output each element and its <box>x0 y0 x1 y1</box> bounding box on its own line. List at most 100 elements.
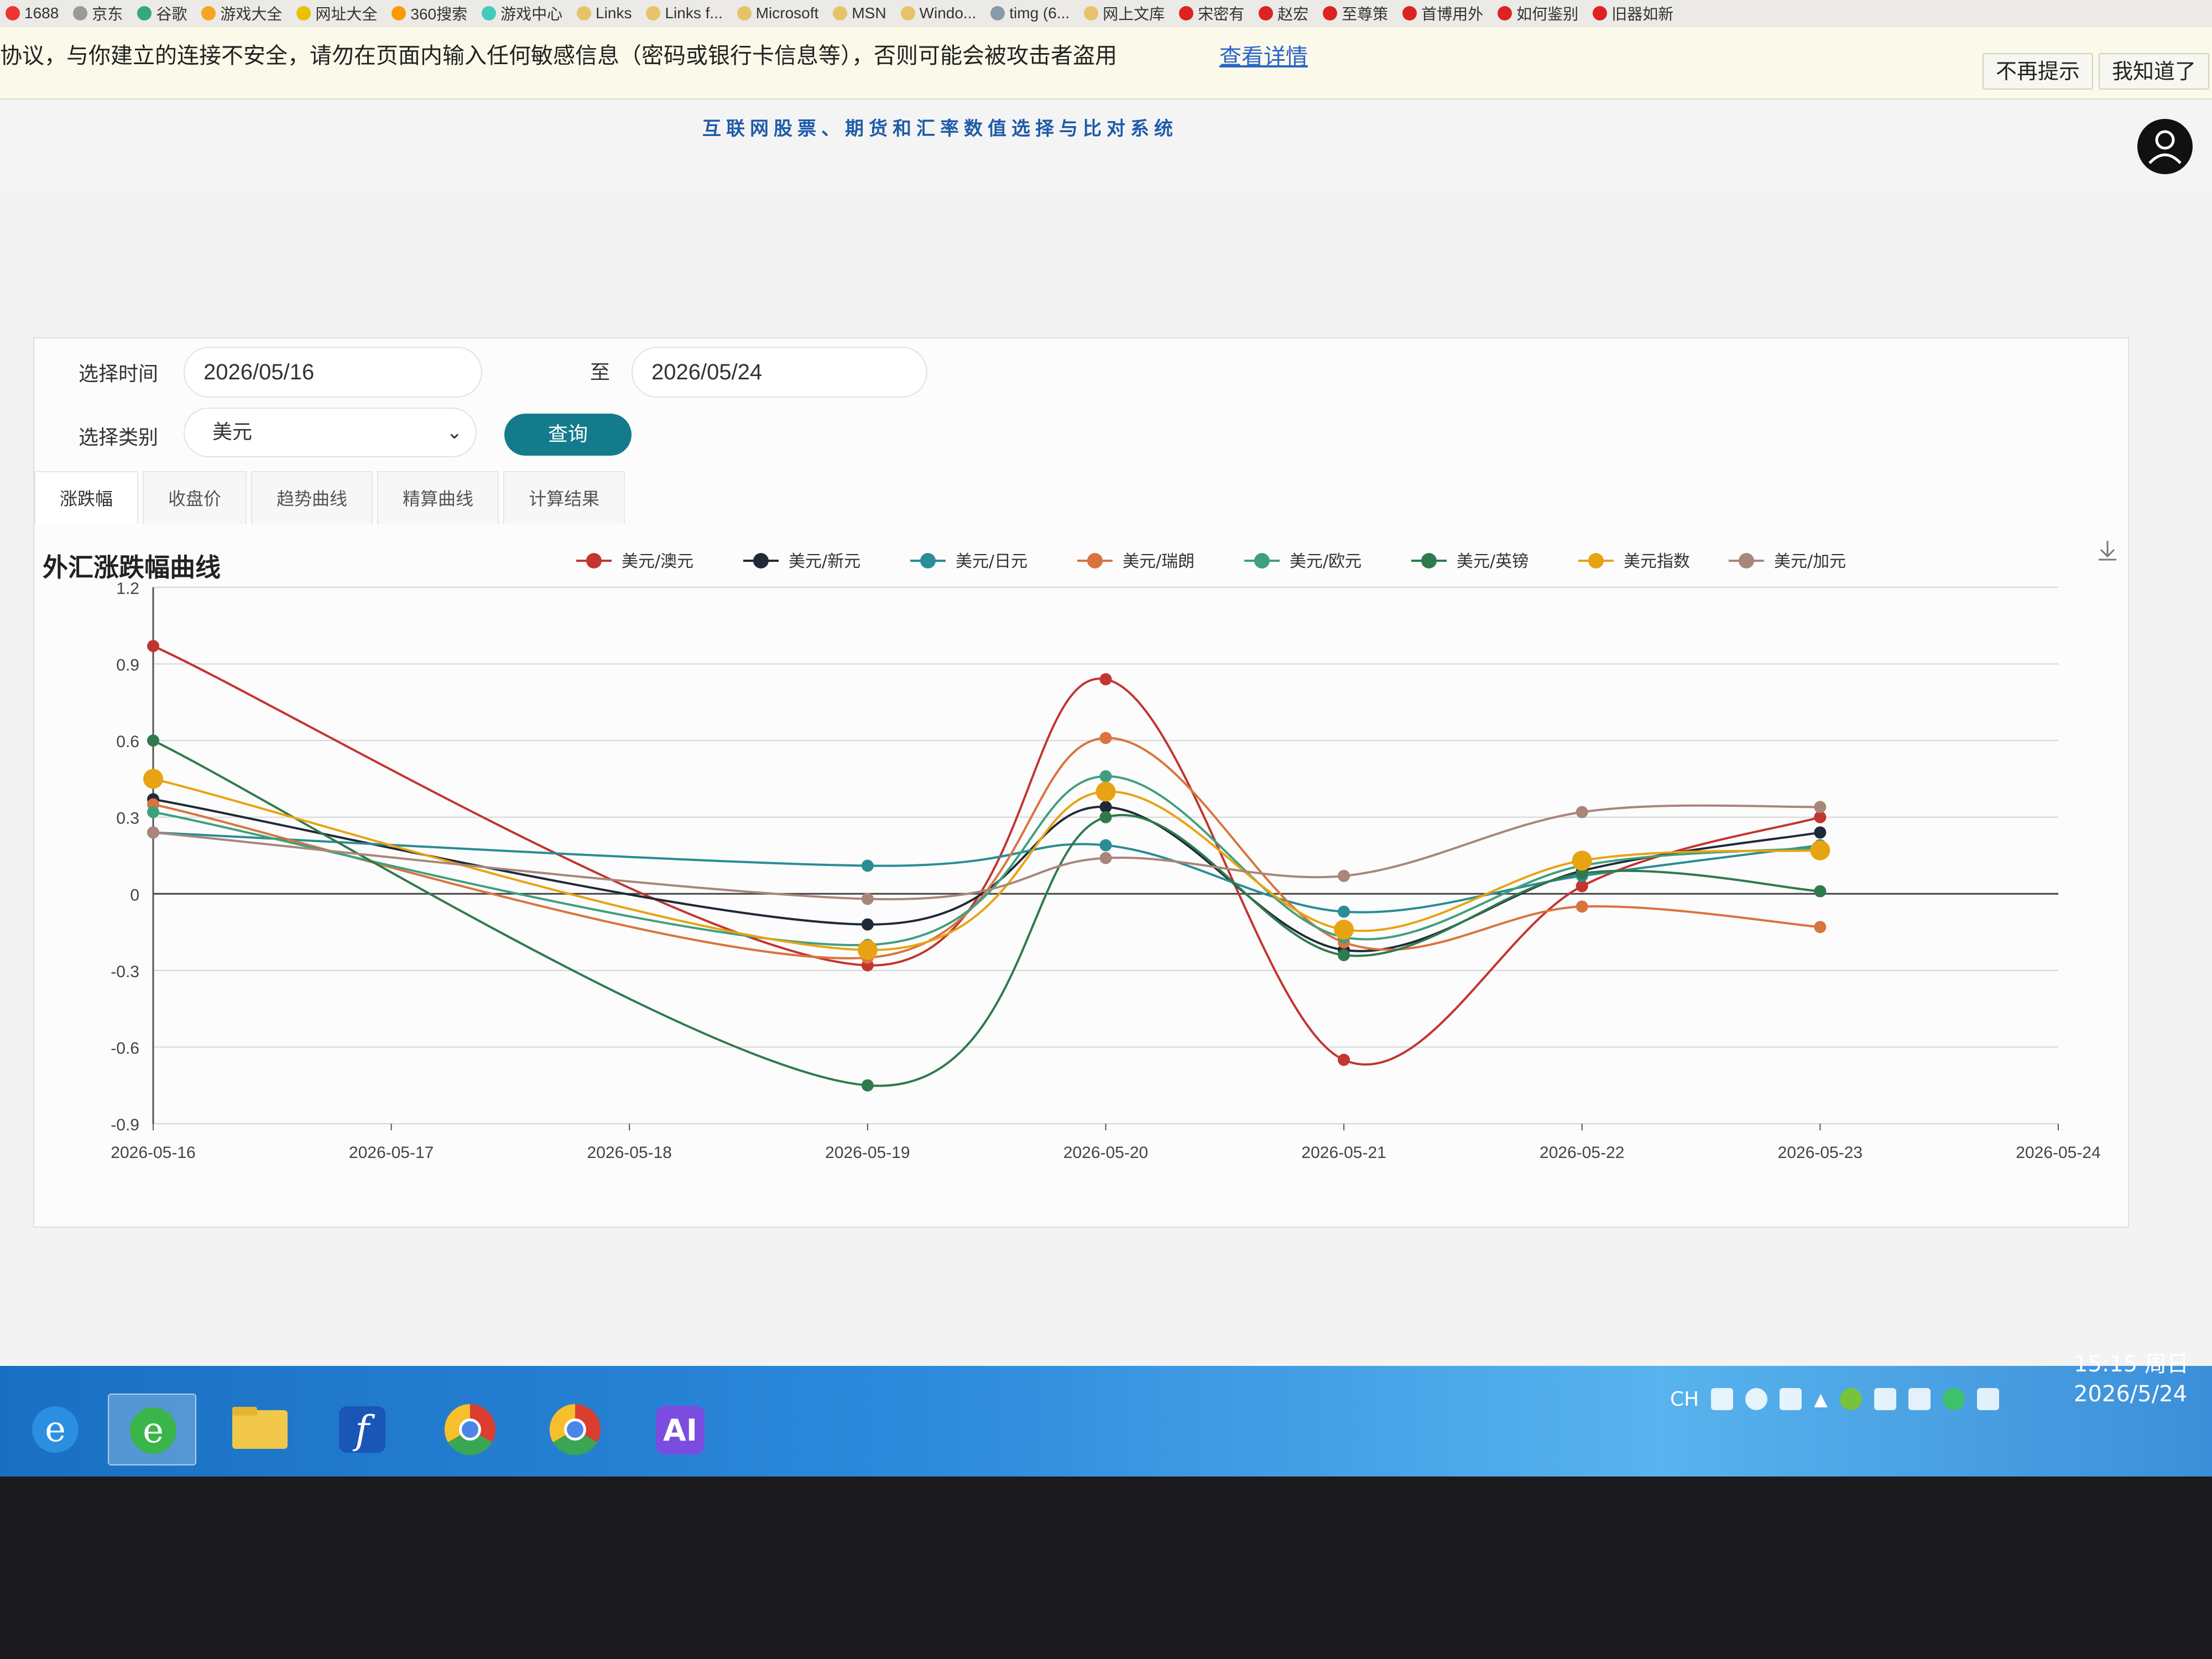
legend-swatch <box>586 553 602 568</box>
data-point <box>1334 919 1354 940</box>
flash-icon[interactable]: f <box>318 1394 406 1465</box>
data-point <box>1338 949 1350 962</box>
bookmark-item[interactable]: 游戏中心 <box>482 2 562 24</box>
ie-icon[interactable]: e <box>11 1394 100 1465</box>
tab-results[interactable]: 计算结果 <box>503 471 625 524</box>
bookmark-item[interactable]: timg (6... <box>990 4 1070 22</box>
warning-text: 协议，与你建立的连接不安全，请勿在页面内输入任何敏感信息（密码或银行卡信息等），… <box>0 43 1117 69</box>
data-point <box>1099 732 1112 744</box>
start-date-input[interactable]: 2026/05/16 <box>184 347 482 398</box>
data-point <box>1814 921 1827 933</box>
tab-close-price[interactable]: 收盘价 <box>143 471 247 524</box>
legend-swatch <box>1421 553 1437 568</box>
help-icon[interactable] <box>1745 1388 1768 1410</box>
bookmark-icon <box>1084 6 1099 20</box>
ai-app-icon[interactable]: AI <box>636 1394 724 1465</box>
category-select[interactable]: 美元 ⌄ <box>184 408 477 457</box>
bookmark-label: 至尊策 <box>1342 5 1389 23</box>
tab-trend[interactable]: 趋势曲线 <box>251 471 373 524</box>
bookmark-item[interactable]: 赵宏 <box>1259 2 1308 24</box>
battery-icon[interactable] <box>1874 1388 1896 1410</box>
chrome-icon[interactable] <box>426 1394 514 1465</box>
bookmark-item[interactable]: Links f... <box>646 4 723 22</box>
bookmark-item[interactable]: 京东 <box>73 2 123 24</box>
legend-swatch <box>1739 553 1754 568</box>
network-icon[interactable] <box>1780 1388 1802 1410</box>
y-tick-label: 0.3 <box>116 810 139 828</box>
bookmark-item[interactable]: 宋密有 <box>1179 2 1244 24</box>
input-language[interactable]: CH <box>1670 1388 1699 1411</box>
tab-change[interactable]: 涨跌幅 <box>34 471 139 524</box>
data-point <box>147 734 159 747</box>
bookmark-label: 游戏大全 <box>220 5 283 23</box>
view-details-link[interactable]: 查看详情 <box>1219 39 1308 71</box>
y-tick-label: 0 <box>130 886 139 904</box>
bookmark-item[interactable]: MSN <box>833 4 886 22</box>
bookmark-item[interactable]: 网上文库 <box>1084 2 1165 24</box>
show-hidden-icons-icon[interactable]: ▲ <box>1814 1389 1828 1410</box>
legend-label: 美元/日元 <box>956 552 1027 571</box>
chrome-icon-2[interactable] <box>531 1394 619 1465</box>
data-point <box>147 640 159 653</box>
x-tick-label: 2026-05-18 <box>587 1144 672 1162</box>
bookmark-label: 游戏中心 <box>500 5 563 23</box>
clock-time: 15:15 周日 <box>2074 1352 2189 1377</box>
bookmark-item[interactable]: 360搜索 <box>392 2 467 24</box>
bookmark-item[interactable]: Windo... <box>900 4 976 22</box>
bookmark-icon <box>1402 6 1417 20</box>
bookmark-item[interactable]: 网址大全 <box>296 2 377 24</box>
legend-swatch <box>1588 553 1604 568</box>
bookmark-label: 如何鉴别 <box>1516 5 1579 23</box>
bookmark-icon <box>833 6 848 20</box>
bookmark-item[interactable]: 首博用外 <box>1402 2 1483 24</box>
svg-text:AI: AI <box>663 1413 697 1448</box>
bookmark-label: 旧器如新 <box>1611 5 1674 23</box>
bookmark-icon <box>900 6 915 20</box>
tab-actuarial[interactable]: 精算曲线 <box>377 471 499 524</box>
x-tick-label: 2026-05-22 <box>1540 1144 1624 1162</box>
dont-show-again-button[interactable]: 不再提示 <box>1983 53 2094 90</box>
legend-label: 美元/瑞朗 <box>1123 552 1194 571</box>
bookmark-item[interactable]: 如何鉴别 <box>1498 2 1578 24</box>
bookmark-label: 宋密有 <box>1198 5 1245 23</box>
security-icon[interactable] <box>1839 1388 1862 1410</box>
got-it-button[interactable]: 我知道了 <box>2099 53 2210 90</box>
bookmark-icon <box>392 6 406 20</box>
bookmark-item[interactable]: 游戏大全 <box>201 2 282 24</box>
browser-icon[interactable]: e <box>108 1394 196 1465</box>
folder-icon[interactable] <box>216 1394 304 1465</box>
bookmark-label: timg (6... <box>1009 4 1070 22</box>
keyboard-icon[interactable] <box>1711 1388 1734 1410</box>
category-value: 美元 <box>212 421 253 444</box>
bookmark-item[interactable]: 旧器如新 <box>1593 2 1673 24</box>
avatar[interactable] <box>2137 119 2193 174</box>
bookmark-item[interactable]: 谷歌 <box>137 2 187 24</box>
wechat-icon[interactable] <box>1942 1388 1965 1410</box>
data-point <box>1575 806 1588 818</box>
data-point <box>143 769 163 789</box>
clock[interactable]: 15:15 周日 2026/5/24 <box>2074 1349 2189 1409</box>
category-label: 选择类别 <box>79 426 159 449</box>
x-tick-label: 2026-05-19 <box>825 1144 910 1162</box>
user-icon <box>2148 130 2182 164</box>
data-point <box>1814 801 1827 813</box>
query-button[interactable]: 查询 <box>504 414 632 456</box>
bookmark-icon <box>1179 6 1194 20</box>
bookmark-item[interactable]: Links <box>577 4 632 22</box>
series-line <box>153 739 1820 1087</box>
series-line <box>153 775 1820 947</box>
bookmark-label: 网上文库 <box>1103 5 1165 23</box>
volume-icon[interactable] <box>1908 1388 1931 1410</box>
bookmark-item[interactable]: 1688 <box>6 4 59 22</box>
y-tick-label: -0.9 <box>111 1116 139 1134</box>
end-date-input[interactable]: 2026/05/24 <box>632 347 927 398</box>
bookmark-item[interactable]: Microsoft <box>737 4 818 22</box>
bookmark-icon <box>137 6 152 20</box>
bookmarks-bar: 1688 京东 谷歌 游戏大全 网址大全 360搜索 游戏中心 Links Links f...… <box>0 0 2212 27</box>
bookmark-icon <box>577 6 592 20</box>
bookmark-item[interactable]: 至尊策 <box>1323 2 1388 24</box>
signal-icon[interactable] <box>1976 1388 1999 1410</box>
data-point <box>1099 852 1112 864</box>
bookmark-icon <box>990 6 1005 20</box>
legend-swatch <box>1087 553 1103 568</box>
